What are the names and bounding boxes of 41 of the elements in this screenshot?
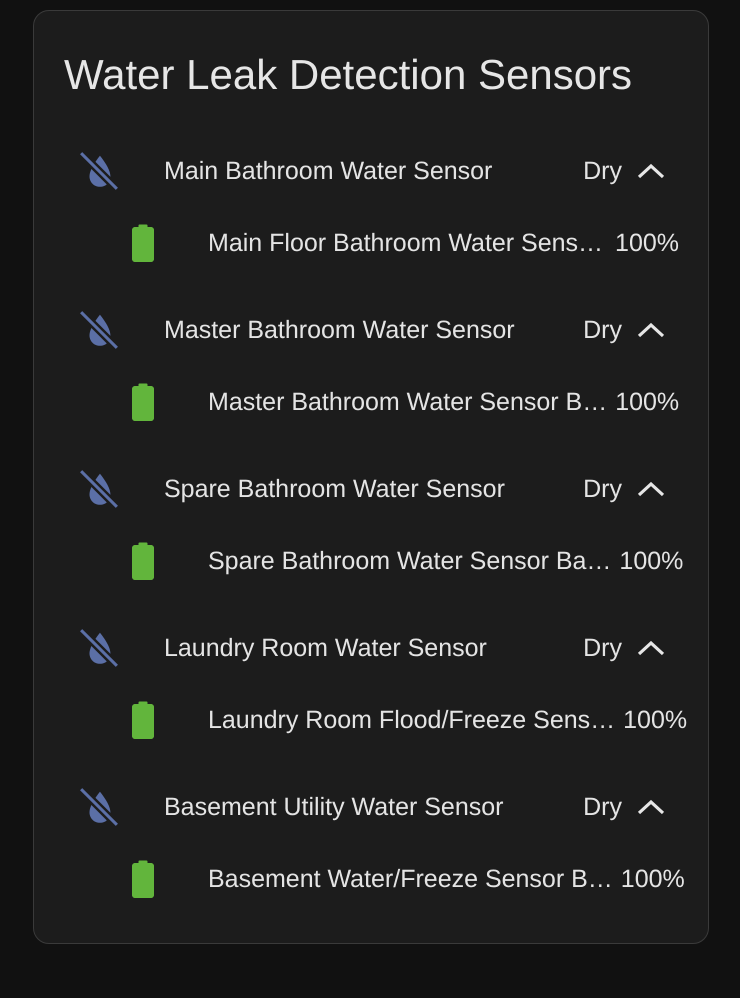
expand-toggle[interactable] [637, 640, 665, 656]
expand-toggle[interactable] [637, 799, 665, 815]
sensor-state: Dry [583, 792, 622, 822]
sensor-name: Master Bathroom Water Sensor [164, 316, 516, 344]
sensor-name: Spare Bathroom Water Sensor [164, 474, 506, 504]
expand-toggle[interactable] [637, 322, 665, 338]
water-off-icon [80, 152, 118, 190]
water-off-icon [80, 629, 118, 667]
sensor-state: Dry [583, 634, 622, 662]
battery-sensor-name: Main Floor Bathroom Water Sens… [208, 228, 604, 258]
battery-icon [132, 701, 154, 739]
sensor-state: Dry [583, 156, 622, 186]
expand-toggle[interactable] [637, 163, 665, 179]
battery-icon [132, 542, 154, 580]
sensor-name: Main Bathroom Water Sensor [164, 156, 494, 186]
battery-value: 100% [615, 388, 680, 416]
battery-icon [132, 224, 154, 262]
battery-icon [132, 383, 154, 421]
battery-value: 100% [615, 228, 679, 258]
sensor-state: Dry [583, 474, 622, 504]
battery-icon [132, 860, 154, 898]
sensor-name: Basement Utility Water Sensor [164, 792, 504, 822]
sensor-name: Laundry Room Water Sensor [164, 634, 488, 662]
battery-sensor-name: Spare Bathroom Water Sensor Ba… [208, 546, 612, 576]
expand-toggle[interactable] [637, 481, 665, 497]
chevron-up-icon [637, 799, 665, 815]
battery-value: 100% [620, 864, 685, 894]
battery-sensor-name: Laundry Room Flood/Freeze Sens… [208, 706, 616, 734]
water-off-icon [80, 788, 118, 826]
battery-sensor-name: Master Bathroom Water Sensor B… [208, 388, 608, 416]
card-title: Water Leak Detection Sensors [63, 51, 634, 99]
water-off-icon [80, 470, 118, 508]
battery-sensor-name: Basement Water/Freeze Sensor B… [208, 864, 613, 894]
chevron-up-icon [637, 322, 665, 338]
battery-value: 100% [619, 546, 684, 576]
chevron-up-icon [637, 481, 665, 497]
water-off-icon [80, 311, 118, 349]
chevron-up-icon [637, 640, 665, 656]
chevron-up-icon [637, 163, 665, 179]
sensor-state: Dry [583, 316, 622, 344]
battery-value: 100% [623, 706, 688, 734]
